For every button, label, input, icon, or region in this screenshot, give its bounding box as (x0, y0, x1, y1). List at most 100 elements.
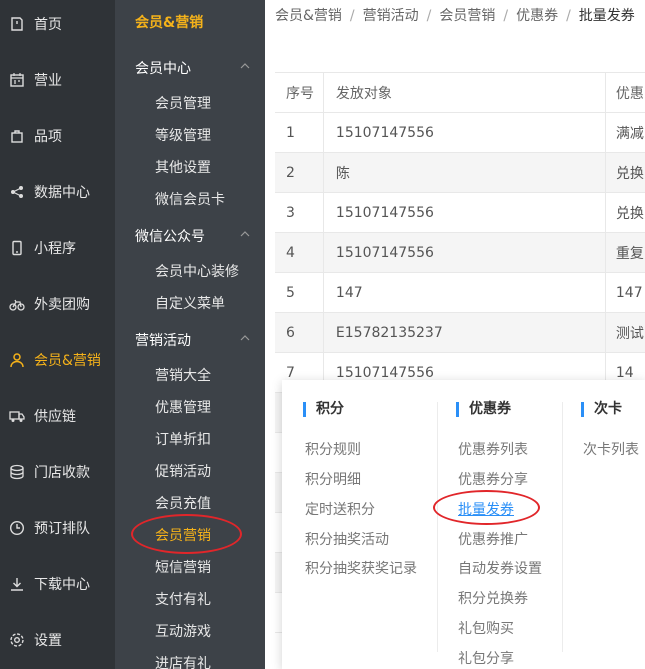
link-points-lottery-records[interactable]: 积分抽奖获奖记录 (305, 558, 417, 578)
breadcrumb-item[interactable]: 会员&营销 (275, 8, 342, 24)
nav2-item-payment-gift[interactable]: 支付有礼 (155, 589, 211, 609)
group-title: 会员中心 (135, 61, 191, 77)
cell-index: 6 (275, 313, 324, 352)
nav2-item-order-discount[interactable]: 订单折扣 (155, 429, 211, 449)
nav-item-label: 小程序 (34, 241, 76, 257)
divider (562, 402, 563, 652)
breadcrumb-item[interactable]: 优惠券 (516, 8, 558, 24)
group-marketing[interactable]: 营销活动 (135, 330, 250, 350)
nav-item-label: 外卖团购 (34, 297, 90, 313)
nav2-item-sms-marketing[interactable]: 短信营销 (155, 557, 211, 577)
nav-item-business[interactable]: 营业 (0, 52, 115, 108)
link-points-exchange-coupon[interactable]: 积分兑换券 (458, 588, 528, 608)
breadcrumb-item[interactable]: 会员营销 (439, 8, 495, 24)
nav-item-label: 会员&营销 (34, 353, 101, 369)
nav-item-label: 数据中心 (34, 185, 90, 201)
link-auto-issue-settings[interactable]: 自动发券设置 (458, 558, 542, 578)
nav-item-store-payment[interactable]: 门店收款 (0, 444, 115, 500)
highlight-ellipse (131, 514, 242, 554)
section-title: 会员&营销 (135, 15, 204, 31)
nav-item-products[interactable]: 品项 (0, 108, 115, 164)
link-coupon-promotion[interactable]: 优惠券推广 (458, 529, 528, 549)
home-icon (9, 16, 25, 32)
column-title-coupons: 优惠券 (456, 402, 511, 417)
group-title: 微信公众号 (135, 229, 205, 245)
link-gift-pack-share[interactable]: 礼包分享 (458, 648, 514, 668)
cell-coupon: 满减 (615, 125, 644, 142)
cell-target: E15782135237 (324, 313, 606, 352)
nav-item-data-center[interactable]: 数据中心 (0, 164, 115, 220)
cell-coupon: 兑换 (615, 165, 644, 182)
cell-coupon: 测试 (615, 325, 644, 342)
nav-item-home[interactable]: 首页 (0, 0, 115, 52)
chevron-up-icon (240, 63, 250, 69)
nav-item-settings[interactable]: 设置 (0, 612, 115, 668)
nav2-item-store-gift[interactable]: 进店有礼 (155, 653, 211, 669)
nav-item-label: 下载中心 (34, 577, 90, 593)
user-icon (9, 352, 25, 368)
nav-item-label: 品项 (34, 129, 62, 145)
table-row[interactable]: 1 15107147556 满减 (275, 113, 645, 153)
cell-index: 5 (275, 273, 324, 312)
breadcrumb-separator: / (349, 8, 355, 24)
link-gift-pack-purchase[interactable]: 礼包购买 (458, 618, 514, 638)
nav2-item-wechat-card[interactable]: 微信会员卡 (155, 189, 225, 209)
nav2-item-discount-management[interactable]: 优惠管理 (155, 397, 211, 417)
nav-item-label: 首页 (34, 17, 62, 33)
nav2-item-member-management[interactable]: 会员管理 (155, 93, 211, 113)
nav2-item-custom-menu[interactable]: 自定义菜单 (155, 293, 225, 313)
nav2-item-recharge[interactable]: 会员充值 (155, 493, 211, 513)
table-row[interactable]: 2 陈 兑换 (275, 153, 645, 193)
chevron-up-icon (240, 335, 250, 341)
breadcrumb-separator: / (503, 8, 509, 24)
link-punch-card-list[interactable]: 次卡列表 (583, 439, 639, 459)
chevron-up-icon (240, 231, 250, 237)
group-title: 营销活动 (135, 333, 191, 349)
nav2-item-interactive-game[interactable]: 互动游戏 (155, 621, 211, 641)
link-points-detail[interactable]: 积分明细 (305, 469, 361, 489)
link-coupon-share[interactable]: 优惠券分享 (458, 469, 528, 489)
share-icon (9, 184, 25, 200)
breadcrumb: 会员&营销 / 营销活动 / 会员营销 / 优惠券 / 批量发券 (275, 5, 635, 25)
nav2-item-promotion[interactable]: 促销活动 (155, 461, 211, 481)
link-points-rules[interactable]: 积分规则 (305, 439, 361, 459)
primary-sidebar: 首页 营业 品项 数据中心 小程序 外卖团购 会员&营销 供应链 门店收款 预订… (0, 0, 115, 669)
breadcrumb-separator: / (566, 8, 571, 24)
bike-icon (9, 296, 25, 312)
coin-icon (9, 464, 25, 480)
nav-item-label: 预订排队 (34, 521, 90, 537)
nav-item-label: 供应链 (34, 409, 76, 425)
cell-index: 4 (275, 233, 324, 272)
nav-item-reservation[interactable]: 预订排队 (0, 500, 115, 556)
cell-index: 3 (275, 193, 324, 232)
bag-icon (9, 128, 25, 144)
table-row[interactable]: 5 147 147 (275, 273, 645, 313)
breadcrumb-item[interactable]: 营销活动 (363, 8, 419, 24)
calendar-icon (9, 72, 25, 88)
group-member-center[interactable]: 会员中心 (135, 58, 250, 78)
nav-item-mini-program[interactable]: 小程序 (0, 220, 115, 276)
cell-target: 15107147556 (324, 233, 606, 272)
nav-item-label: 设置 (34, 633, 62, 649)
link-coupon-list[interactable]: 优惠券列表 (458, 439, 528, 459)
table-row[interactable]: 3 15107147556 兑换 (275, 193, 645, 233)
nav-item-takeout[interactable]: 外卖团购 (0, 276, 115, 332)
cell-target: 陈 (324, 153, 606, 192)
cell-target: 15107147556 (324, 193, 606, 232)
table-row[interactable]: 4 15107147556 重复 (275, 233, 645, 273)
phone-icon (9, 240, 25, 256)
nav2-item-level-management[interactable]: 等级管理 (155, 125, 211, 145)
nav-item-member-marketing[interactable]: 会员&营销 (0, 332, 115, 388)
nav-item-download-center[interactable]: 下载中心 (0, 556, 115, 612)
nav2-item-member-center-decor[interactable]: 会员中心装修 (155, 261, 239, 281)
cell-target: 15107147556 (324, 113, 606, 152)
nav2-item-other-settings[interactable]: 其他设置 (155, 157, 211, 177)
highlight-ellipse (433, 490, 540, 525)
column-title-punch-card: 次卡 (581, 402, 622, 417)
nav2-item-marketing-all[interactable]: 营销大全 (155, 365, 211, 385)
link-scheduled-points[interactable]: 定时送积分 (305, 499, 375, 519)
group-wechat-official[interactable]: 微信公众号 (135, 226, 250, 246)
nav-item-supply-chain[interactable]: 供应链 (0, 388, 115, 444)
table-row[interactable]: 6 E15782135237 测试 (275, 313, 645, 353)
link-points-lottery[interactable]: 积分抽奖活动 (305, 529, 389, 549)
